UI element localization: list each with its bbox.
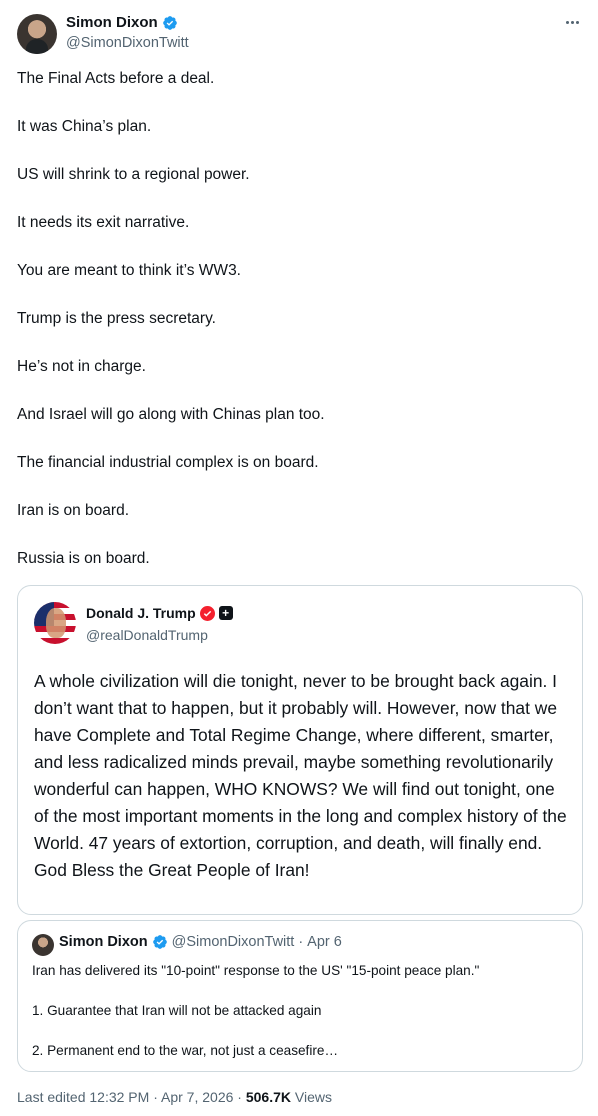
government-badge-icon <box>199 605 215 621</box>
quoted-tweet-text: A whole civilization will die tonight, n… <box>34 671 567 880</box>
nested-author-avatar[interactable] <box>32 934 54 956</box>
quoted-author-name[interactable]: Donald J. Trump <box>86 605 196 621</box>
nested-author-name[interactable]: Simon Dixon <box>59 934 148 950</box>
tweet-footer: Last edited 12:32 PM · Apr 7, 2026 · 506… <box>17 1089 332 1105</box>
more-options-button[interactable] <box>562 12 582 32</box>
quoted-author-handle[interactable]: @realDonaldTrump <box>86 627 208 643</box>
quoted-author-name-row: Donald J. Trump + <box>86 605 233 621</box>
tweet-text-line: You are meant to think it’s WW3. <box>17 262 241 279</box>
nested-tweet-date[interactable]: Apr 6 <box>307 934 342 950</box>
tweet-text-line: It needs its exit narrative. <box>17 214 190 231</box>
nested-author-header: Simon Dixon @SimonDixonTwitt · Apr 6 <box>59 934 342 950</box>
views-label: Views <box>294 1089 332 1105</box>
tweet-date[interactable]: Apr 7, 2026 <box>161 1089 233 1105</box>
nested-tweet-text-line: Iran has delivered its "10-point" respon… <box>32 963 480 978</box>
author-name[interactable]: Simon Dixon <box>66 14 158 31</box>
last-edited-time[interactable]: Last edited 12:32 PM <box>17 1089 149 1105</box>
views-count[interactable]: 506.7K <box>246 1089 291 1105</box>
nested-quoted-tweet-card[interactable]: Simon Dixon @SimonDixonTwitt · Apr 6 Ira… <box>17 920 583 1072</box>
tweet-text-line: Trump is the press secretary. <box>17 310 216 327</box>
tweet-text-line: The financial industrial complex is on b… <box>17 454 319 471</box>
square-badge-icon: + <box>218 606 233 620</box>
nested-author-handle[interactable]: @SimonDixonTwitt <box>172 934 295 950</box>
tweet-text-line: US will shrink to a regional power. <box>17 166 250 183</box>
quoted-author-avatar[interactable] <box>34 602 76 644</box>
author-avatar[interactable] <box>17 14 57 54</box>
separator-dot: · <box>298 934 304 950</box>
separator-dot: · <box>153 1089 158 1105</box>
verified-badge-icon <box>152 935 167 949</box>
tweet-text-line: Russia is on board. <box>17 550 150 567</box>
tweet-text-line: Iran is on board. <box>17 502 130 519</box>
nested-tweet-text-line: 2. Permanent end to the war, not just a … <box>32 1043 339 1058</box>
tweet: Simon Dixon @SimonDixonTwitt The Final A… <box>0 0 598 1116</box>
verified-badge-icon <box>162 15 177 30</box>
quoted-tweet-card[interactable]: Donald J. Trump + @realDonaldTrump A who… <box>17 585 583 915</box>
separator-dot: · <box>237 1089 242 1105</box>
tweet-text-line: The Final Acts before a deal. <box>17 70 215 87</box>
author-name-row: Simon Dixon <box>66 14 178 31</box>
tweet-text-line: He’s not in charge. <box>17 358 146 375</box>
tweet-text-line: And Israel will go along with Chinas pla… <box>17 406 325 423</box>
tweet-text-line: It was China’s plan. <box>17 118 152 135</box>
nested-tweet-text-line: 1. Guarantee that Iran will not be attac… <box>32 1003 322 1018</box>
more-horizontal-icon <box>565 20 569 24</box>
author-handle[interactable]: @SimonDixonTwitt <box>66 35 189 51</box>
